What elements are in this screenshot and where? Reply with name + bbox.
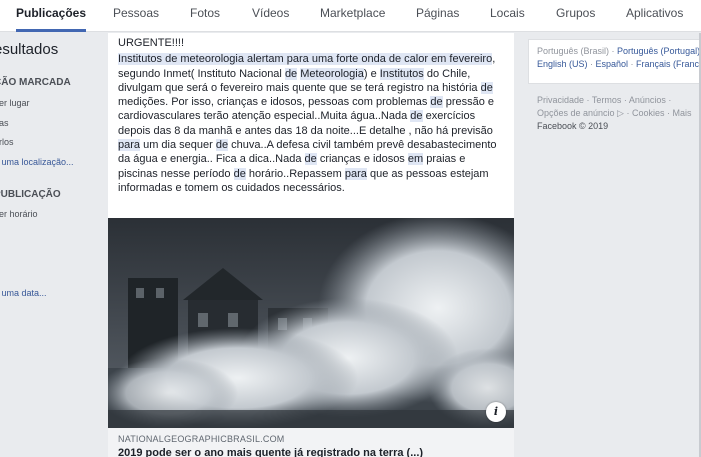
search-highlight: em [407, 153, 424, 166]
search-filters: esultados ÇÃO MARCADA uer lugar nas arlo… [0, 33, 100, 457]
link-domain: NATIONALGEOGRAPHICBRASIL.COM [118, 434, 285, 444]
post-body: Institutos de meteorologia alertam para … [118, 52, 508, 195]
date-option-any[interactable]: uer horário [0, 209, 38, 219]
language-link-pt-pt[interactable]: Português (Portugal) [617, 46, 700, 56]
tab-locais[interactable]: Locais [490, 0, 525, 32]
link-title[interactable]: 2019 pode ser o ano mais quente já regis… [118, 447, 508, 457]
post-text: URGENTE!!!! Institutos de meteorologia a… [118, 36, 508, 195]
post-text-segment: medições. Por isso, crianças e idosos, p… [118, 96, 431, 109]
search-highlight: de [430, 96, 443, 109]
tab-grupos[interactable]: Grupos [556, 0, 595, 32]
language-list: Português (Brasil) · Português (Portugal… [537, 45, 701, 71]
post-text-segment: horário..Repassem [245, 167, 345, 180]
post-text-segment: crianças e idosos [316, 153, 408, 166]
language-link-fr[interactable]: Français (France) [636, 59, 701, 69]
choose-date-link[interactable]: a uma data... [0, 288, 47, 298]
tab-publicacoes[interactable]: Publicações [16, 0, 87, 32]
search-highlight: Institutos de meteorologia alertam para … [118, 53, 493, 66]
search-highlight: Institutos [379, 67, 424, 80]
footer-links-row1[interactable]: Privacidade · Termos · Anúncios · [537, 94, 701, 107]
search-highlight: de [233, 167, 246, 180]
location-option-3[interactable]: arlos [0, 137, 14, 147]
location-option-2[interactable]: nas [0, 118, 9, 128]
results-heading: esultados [0, 41, 59, 58]
language-link-es[interactable]: Español [596, 59, 629, 69]
search-highlight: de [215, 139, 229, 152]
search-highlight: de [480, 81, 493, 94]
post-photo[interactable]: i [108, 218, 514, 428]
date-filter-heading: PUBLICAÇÃO [0, 189, 61, 200]
search-highlight: de [284, 67, 298, 80]
wave-crash-photo-icon [108, 218, 514, 428]
link-preview[interactable]: NATIONALGEOGRAPHICBRASIL.COM 2019 pode s… [108, 428, 514, 457]
search-highlight: de [410, 110, 423, 123]
tab-pessoas[interactable]: Pessoas [113, 0, 159, 32]
page-footer: Privacidade · Termos · Anúncios · Opções… [537, 94, 701, 133]
location-filter-heading: ÇÃO MARCADA [0, 77, 71, 88]
info-icon[interactable]: i [486, 402, 506, 422]
post-text-segment: um dia sequer [140, 139, 216, 152]
post-card: URGENTE!!!! Institutos de meteorologia a… [108, 33, 514, 457]
separator: · [609, 46, 618, 56]
footer-copyright: Facebook © 2019 [537, 121, 609, 131]
choose-location-link[interactable]: a uma localização... [0, 157, 74, 167]
tab-videos[interactable]: Vídeos [252, 0, 289, 32]
tab-marketplace[interactable]: Marketplace [320, 0, 385, 32]
tab-paginas[interactable]: Páginas [416, 0, 459, 32]
current-language: Português (Brasil) [537, 46, 610, 56]
search-highlight: para [344, 167, 367, 180]
tab-fotos[interactable]: Fotos [190, 0, 220, 32]
footer-links-row2[interactable]: Opções de anúncio ▷ · Cookies · Mais [537, 107, 701, 120]
tab-aplicativos[interactable]: Aplicativos [626, 0, 683, 32]
search-highlight: para [118, 139, 141, 152]
location-option-any[interactable]: uer lugar [0, 98, 30, 108]
language-link-en-us[interactable]: English (US) [537, 59, 588, 69]
post-urgent-line: URGENTE!!!! [118, 37, 185, 49]
separator: · [587, 59, 596, 69]
separator: · [628, 59, 637, 69]
search-highlight: de [304, 153, 317, 166]
search-highlight: Meteorologia [300, 67, 364, 80]
language-selector: Português (Brasil) · Português (Portugal… [528, 39, 701, 84]
search-tabs-bar: Publicações Pessoas Fotos Vídeos Marketp… [0, 0, 701, 32]
post-text-segment: ) e [363, 67, 380, 80]
